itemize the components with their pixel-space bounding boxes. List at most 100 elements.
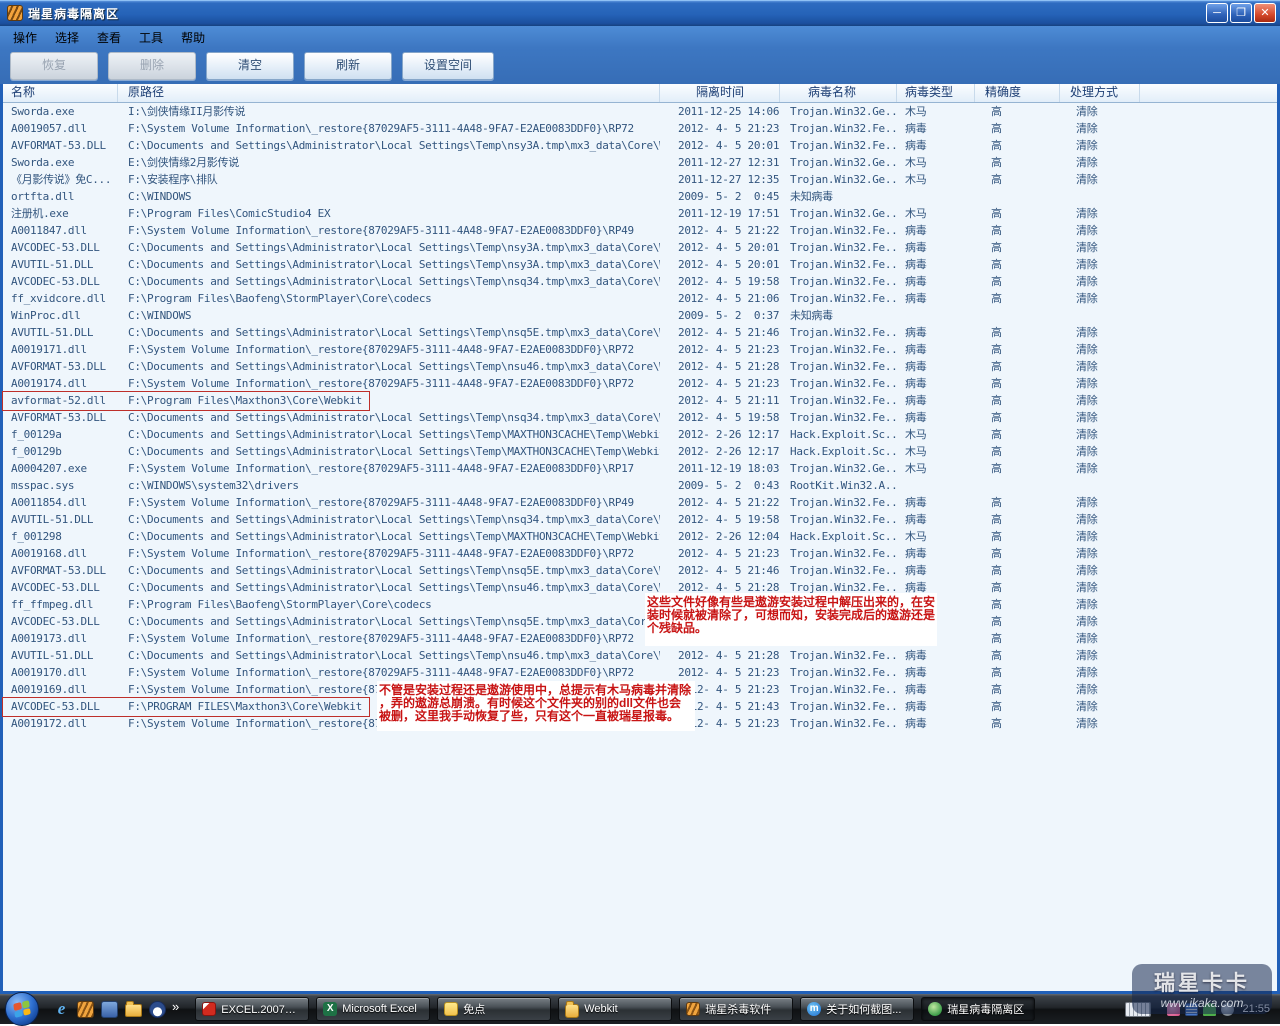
type-cell: 病毒 — [905, 496, 927, 509]
virus-cell: Trojan.Win32.Ge... — [790, 207, 897, 220]
window-title: 瑞星病毒隔离区 — [28, 6, 120, 21]
table-row[interactable]: f_00129b C:\Documents and Settings\Admini… — [3, 443, 1277, 460]
ie-icon[interactable]: e — [53, 1000, 70, 1018]
table-row[interactable]: f_001298 C:\Documents and Settings\Admini… — [3, 528, 1277, 545]
table-row[interactable]: Sworda.exe I:\剑侠情缘II月影传说 2011-12-25 14:06 T… — [3, 103, 1277, 120]
path-cell: C:\Documents and Settings\Administrator\… — [128, 139, 660, 152]
task-button-3[interactable]: 免点 — [437, 997, 552, 1021]
column-header-virus[interactable]: 病毒名称 — [780, 84, 897, 102]
keyboard-icon[interactable] — [1125, 1001, 1152, 1017]
accuracy-cell: 高 — [991, 207, 1002, 220]
table-row[interactable]: ff_xvidcore.dll F:\Program Files\Baofeng\… — [3, 290, 1277, 307]
table-row[interactable]: A0019171.dll F:\System Volume Information… — [3, 341, 1277, 358]
table-row[interactable]: A0019057.dll F:\System Volume Information… — [3, 120, 1277, 137]
task-label: Webkit — [584, 1003, 618, 1015]
menu-view[interactable]: 查看 — [88, 26, 130, 49]
table-row[interactable]: f_00129a C:\Documents and Settings\Admini… — [3, 426, 1277, 443]
column-header-accuracy[interactable]: 精确度 — [975, 84, 1060, 102]
refresh-button[interactable]: 刷新 — [304, 52, 392, 80]
menu-help[interactable]: 帮助 — [172, 26, 214, 49]
time-cell: 2011-12-19 17:51 — [678, 207, 780, 220]
accuracy-cell: 高 — [991, 428, 1002, 441]
table-row[interactable]: 《月影传说》免C... F:\安装程序\排队 2011-12-27 12:35 Tro… — [3, 171, 1277, 188]
task-button-2[interactable]: X Microsoft Excel — [316, 997, 431, 1021]
table-row[interactable]: A0004207.exe F:\System Volume Information… — [3, 460, 1277, 477]
action-cell: 清除 — [1076, 258, 1098, 271]
table-row[interactable]: WinProc.dll C:\WINDOWS 2009- 5- 2 0:37 未知病毒 — [3, 307, 1277, 324]
path-cell: C:\Documents and Settings\Administrator\… — [128, 649, 660, 662]
rising-tool-icon[interactable] — [101, 1000, 118, 1018]
task-button-1[interactable]: EXCEL.2007公... — [195, 997, 310, 1021]
messenger-icon[interactable] — [149, 1000, 166, 1018]
table-row[interactable]: A0011847.dll F:\System Volume Information… — [3, 222, 1277, 239]
column-header-filler — [1140, 84, 1277, 102]
task-button-4[interactable]: Webkit — [558, 997, 673, 1021]
virus-cell: Trojan.Win32.Ge... — [790, 173, 897, 186]
table-row[interactable]: A0019170.dll F:\System Volume Information… — [3, 664, 1277, 681]
name-cell: A0019174.dll — [11, 377, 87, 390]
table-row[interactable]: AVFORMAT-53.DLL C:\Documents and Settings… — [3, 409, 1277, 426]
menu-operation[interactable]: 操作 — [4, 26, 46, 49]
table-row[interactable]: Sworda.exe E:\剑侠情缘2月影传说 2011-12-27 12:31 Tr… — [3, 154, 1277, 171]
action-cell: 清除 — [1076, 683, 1098, 696]
table-row[interactable]: avformat-52.dll F:\Program Files\Maxthon3… — [3, 392, 1277, 409]
virus-cell: Trojan.Win32.Fe... — [790, 139, 897, 152]
column-header-type[interactable]: 病毒类型 — [897, 84, 975, 102]
table-row[interactable]: AVFORMAT-53.DLL C:\Documents and Settings… — [3, 562, 1277, 579]
start-button[interactable] — [5, 992, 39, 1026]
table-row[interactable]: AVFORMAT-53.DLL C:\Documents and Settings… — [3, 137, 1277, 154]
virus-cell: Trojan.Win32.Fe... — [790, 411, 897, 424]
minimize-button[interactable]: ─ — [1206, 3, 1228, 23]
type-cell: 病毒 — [905, 700, 927, 713]
set-space-button[interactable]: 设置空间 — [402, 52, 494, 80]
task-button-7[interactable]: 瑞星病毒隔离区 — [921, 997, 1036, 1021]
close-button[interactable]: ✕ — [1254, 3, 1276, 23]
table-row[interactable]: AVUTIL-51.DLL C:\Documents and Settings\A… — [3, 647, 1277, 664]
table-row[interactable]: AVUTIL-51.DLL C:\Documents and Settings\A… — [3, 256, 1277, 273]
umbrella-tray-icon[interactable] — [1203, 1002, 1217, 1016]
virus-cell: Trojan.Win32.Fe... — [790, 700, 897, 713]
table-row[interactable]: AVUTIL-51.DLL C:\Documents and Settings\A… — [3, 324, 1277, 341]
clear-button[interactable]: 清空 — [206, 52, 294, 80]
menu-bar: 操作 选择 查看 工具 帮助 — [0, 26, 1280, 48]
type-cell: 病毒 — [905, 649, 927, 662]
name-cell: AVFORMAT-53.DLL — [11, 411, 106, 424]
accuracy-cell: 高 — [991, 530, 1002, 543]
menu-tools[interactable]: 工具 — [130, 26, 172, 49]
table-row[interactable]: A0011854.dll F:\System Volume Information… — [3, 494, 1277, 511]
table-row[interactable]: AVFORMAT-53.DLL C:\Documents and Settings… — [3, 358, 1277, 375]
column-header-name[interactable]: 名称 — [3, 84, 118, 102]
column-header-action[interactable]: 处理方式 — [1060, 84, 1140, 102]
quick-launch-expand-icon[interactable]: » — [172, 999, 179, 1014]
name-cell: A0019173.dll — [11, 632, 87, 645]
time-cell: 2012- 4- 5 20:01 — [678, 258, 780, 271]
column-header-path[interactable]: 原路径 — [118, 84, 660, 102]
rising-shield-tray-icon[interactable] — [1185, 1002, 1199, 1016]
task-button-5[interactable]: 瑞星杀毒软件 — [679, 997, 794, 1021]
table-row[interactable]: AVCODEC-53.DLL C:\Documents and Settings\… — [3, 239, 1277, 256]
table-row[interactable]: AVUTIL-51.DLL C:\Documents and Settings\A… — [3, 511, 1277, 528]
task-buttons: EXCEL.2007公... X Microsoft Excel 免点 Webkit 瑞星… — [195, 997, 1036, 1021]
table-row[interactable]: ff_ffmpeg.dll F:\Program Files\Baofeng\St… — [3, 596, 1277, 613]
rising-tiger-icon[interactable] — [77, 1000, 94, 1018]
table-row[interactable]: A0019168.dll F:\System Volume Information… — [3, 545, 1277, 562]
menu-select[interactable]: 选择 — [46, 26, 88, 49]
table-row[interactable]: msspac.sys c:\WINDOWS\system32\drivers 200… — [3, 477, 1277, 494]
table-row[interactable]: A0019174.dll F:\System Volume Information… — [3, 375, 1277, 392]
table-row[interactable]: AVCODEC-53.DLL C:\Documents and Settings\… — [3, 579, 1277, 596]
table-row[interactable]: 注册机.exe F:\Program Files\ComicStudio4 EX 2… — [3, 205, 1277, 222]
table-row[interactable]: ortfta.dll C:\WINDOWS 2009- 5- 2 0:45 未知病毒 — [3, 188, 1277, 205]
pink-tray-icon[interactable] — [1167, 1002, 1181, 1016]
folder-quick-icon[interactable] — [125, 1001, 142, 1017]
maximize-button[interactable]: ❐ — [1230, 3, 1252, 23]
column-header-time[interactable]: 隔离时间 — [660, 84, 780, 102]
action-cell: 清除 — [1076, 547, 1098, 560]
time-cell: 2012- 4- 5 21:23 — [678, 343, 780, 356]
table-row[interactable]: AVCODEC-53.DLL C:\Documents and Settings\… — [3, 613, 1277, 630]
accuracy-cell: 高 — [991, 360, 1002, 373]
gray-tray-icon[interactable] — [1221, 1002, 1235, 1016]
table-row[interactable]: A0019173.dll F:\System Volume Information… — [3, 630, 1277, 647]
task-button-6[interactable]: 关于如何截图... — [800, 997, 915, 1021]
table-row[interactable]: AVCODEC-53.DLL C:\Documents and Settings\… — [3, 273, 1277, 290]
type-cell: 木马 — [905, 428, 927, 441]
